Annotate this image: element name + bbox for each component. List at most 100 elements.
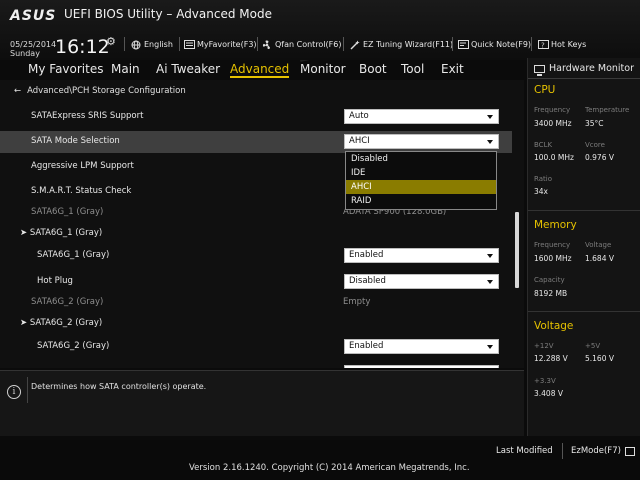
- chevron-down-icon: [487, 115, 493, 119]
- partial-select[interactable]: [344, 365, 499, 368]
- chevron-down-icon: [487, 140, 493, 144]
- breadcrumb[interactable]: ← Advanced\PCH Storage Configuration: [14, 86, 186, 96]
- cpu-frequency-value: 3400 MHz: [534, 119, 572, 128]
- tab-monitor[interactable]: Monitor: [300, 62, 346, 76]
- setting-row[interactable]: Hot Plug Disabled: [0, 271, 512, 293]
- header-divider: [531, 37, 532, 51]
- globe-icon: [131, 40, 141, 50]
- port-label: SATA6G_2 (Gray): [31, 297, 104, 307]
- setting-row[interactable]: SATAExpress SRIS Support Auto: [0, 106, 512, 128]
- hardware-monitor-label: Hardware Monitor: [549, 63, 634, 74]
- back-arrow-icon[interactable]: ←: [14, 86, 21, 96]
- hot-plug-select[interactable]: Disabled: [344, 274, 499, 289]
- wand-icon: [350, 40, 360, 50]
- monitor-icon: [534, 64, 545, 76]
- ratio-label: Ratio: [534, 175, 552, 183]
- svg-text:?: ?: [541, 42, 545, 50]
- submenu-text: SATA6G_2 (Gray): [29, 318, 103, 328]
- dropdown-option-disabled[interactable]: Disabled: [346, 152, 496, 166]
- footer: Last Modified EzMode(F7) Version 2.16.12…: [0, 440, 640, 480]
- date-display: 05/25/2014 Sunday: [10, 40, 56, 58]
- day-text: Sunday: [10, 49, 40, 58]
- chevron-right-icon: ➤: [20, 318, 30, 328]
- tab-main[interactable]: Main: [111, 62, 140, 76]
- sata-mode-dropdown: Disabled IDE AHCI RAID: [345, 151, 497, 210]
- v33-label: +3.3V: [534, 377, 556, 385]
- hardware-monitor-panel: Hardware Monitor CPU Frequency Temperatu…: [527, 58, 640, 436]
- select-value: Auto: [349, 111, 369, 121]
- memory-frequency-value: 1600 MHz: [534, 254, 572, 263]
- setting-label: SATA6G_1 (Gray): [37, 250, 110, 260]
- voltage-section-title: Voltage: [534, 320, 574, 332]
- cpu-temperature-label: Temperature: [585, 106, 630, 114]
- help-text: Determines how SATA controller(s) operat…: [31, 382, 207, 391]
- select-value: AHCI: [349, 136, 370, 146]
- header-divider: [179, 37, 180, 51]
- bclk-value: 100.0 MHz: [534, 153, 574, 162]
- header-divider: [343, 37, 344, 51]
- setting-label: SATAExpress SRIS Support: [31, 111, 144, 121]
- help-icon: ?: [538, 40, 549, 50]
- language-label: English: [144, 40, 173, 49]
- chevron-down-icon: [487, 345, 493, 349]
- submenu-row[interactable]: ➤ SATA6G_2 (Gray): [0, 313, 512, 335]
- tab-tool[interactable]: Tool: [401, 62, 424, 76]
- submenu-label: ➤ SATA6G_2 (Gray): [20, 318, 102, 328]
- tab-advanced[interactable]: Advanced: [230, 62, 290, 78]
- help-divider: [27, 377, 28, 403]
- dropdown-option-ide[interactable]: IDE: [346, 166, 496, 180]
- sata6g2-select[interactable]: Enabled: [344, 339, 499, 354]
- tab-exit[interactable]: Exit: [441, 62, 464, 76]
- myfavorite-label: MyFavorite(F3): [197, 40, 257, 49]
- hardware-monitor-title: Hardware Monitor: [534, 63, 634, 76]
- sata6g1-select[interactable]: Enabled: [344, 248, 499, 263]
- quick-note-button[interactable]: Quick Note(F9): [458, 40, 531, 49]
- myfavorite-button[interactable]: MyFavorite(F3): [184, 40, 257, 49]
- tab-my-favorites[interactable]: My Favorites: [28, 62, 103, 76]
- tab-ai-tweaker[interactable]: Ai Tweaker: [156, 62, 220, 76]
- date-text: 05/25/2014: [10, 40, 57, 49]
- port-device: Empty: [343, 297, 371, 307]
- ratio-value: 34x: [534, 187, 548, 196]
- cpu-section-title: CPU: [534, 84, 556, 96]
- clock-time: 16:12: [55, 36, 110, 58]
- v5-value: 5.160 V: [585, 354, 614, 363]
- memory-voltage-label: Voltage: [585, 241, 612, 249]
- setting-row[interactable]: SATA6G_1 (Gray) Enabled: [0, 245, 512, 267]
- version-text: Version 2.16.1240. Copyright (C) 2014 Am…: [189, 463, 470, 473]
- memory-frequency-label: Frequency: [534, 241, 571, 249]
- setting-row[interactable]: SATA6G_2 (Gray) Enabled: [0, 336, 512, 358]
- dropdown-option-ahci[interactable]: AHCI: [346, 180, 496, 194]
- gear-icon[interactable]: ⚙: [106, 35, 116, 48]
- favorite-icon: [184, 40, 195, 49]
- dropdown-option-raid[interactable]: RAID: [346, 194, 496, 208]
- setting-label: S.M.A.R.T. Status Check: [31, 186, 132, 196]
- qfan-button[interactable]: Qfan Control(F6): [262, 40, 341, 50]
- setting-row[interactable]: [0, 362, 512, 368]
- language-button[interactable]: English: [131, 40, 173, 50]
- bclk-label: BCLK: [534, 141, 553, 149]
- sris-support-select[interactable]: Auto: [344, 109, 499, 124]
- ez-tuning-label: EZ Tuning Wizard(F11): [363, 40, 454, 49]
- panel-divider: [528, 78, 640, 79]
- submenu-row[interactable]: ➤ SATA6G_1 (Gray): [0, 223, 512, 245]
- v33-value: 3.408 V: [534, 389, 563, 398]
- scrollbar[interactable]: [515, 212, 519, 288]
- chevron-down-icon: [487, 254, 493, 258]
- cpu-temperature-value: 35°C: [585, 119, 604, 128]
- memory-voltage-value: 1.684 V: [585, 254, 614, 263]
- hot-keys-button[interactable]: ? Hot Keys: [538, 40, 586, 50]
- header-divider: [257, 37, 258, 51]
- last-modified-button[interactable]: Last Modified: [496, 446, 553, 456]
- ez-mode-button[interactable]: EzMode(F7): [571, 446, 635, 456]
- note-icon: [458, 40, 469, 49]
- ez-tuning-button[interactable]: EZ Tuning Wizard(F11): [350, 40, 454, 50]
- footer-divider: [562, 443, 563, 459]
- setting-row-selected[interactable]: SATA Mode Selection AHCI: [0, 131, 512, 153]
- section-divider: [528, 311, 640, 312]
- tab-boot[interactable]: Boot: [359, 62, 387, 76]
- capacity-value: 8192 MB: [534, 289, 568, 298]
- setting-label: Hot Plug: [37, 276, 73, 286]
- v12-label: +12V: [534, 342, 554, 350]
- sata-mode-select[interactable]: AHCI: [344, 134, 499, 149]
